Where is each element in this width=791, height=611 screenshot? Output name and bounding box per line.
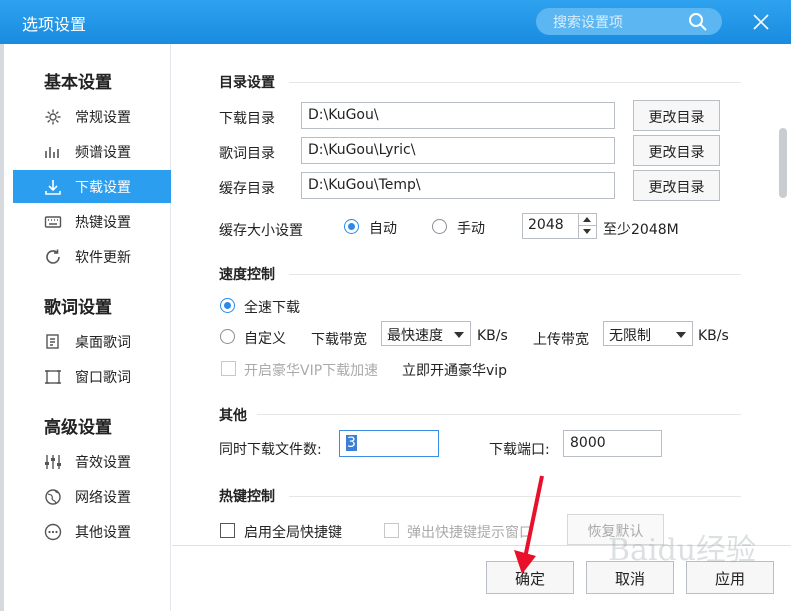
upload-bandwidth-select[interactable]: 无限制 (603, 321, 693, 346)
download-bandwidth-value[interactable]: 最快速度 (387, 328, 443, 344)
cache-size-value[interactable]: 2048 (528, 217, 564, 233)
lyric-dir-field[interactable]: D:\KuGou\Lyric\ (301, 137, 615, 164)
section-title-other: 其他 (219, 408, 247, 424)
more-icon (44, 523, 62, 541)
section-title-directory: 目录设置 (219, 75, 275, 91)
sidebar-item-label: 热键设置 (75, 215, 131, 231)
window-title: 选项设置 (22, 15, 87, 34)
cache-size-label: 缓存大小设置 (219, 223, 303, 239)
sidebar-item-label: 网络设置 (75, 490, 131, 506)
title-bar: 选项设置 搜索设置项 (0, 0, 791, 44)
sidebar-item-sound-effect[interactable]: 音效设置 (13, 445, 171, 478)
download-dir-field[interactable]: D:\KuGou\ (301, 102, 615, 129)
section-title-hotkey: 热键控制 (219, 489, 275, 505)
sidebar-item-label: 软件更新 (75, 250, 131, 266)
sidebar-item-hotkey[interactable]: 热键设置 (13, 205, 171, 238)
spinner-down-icon[interactable] (578, 226, 596, 238)
download-dir-label: 下载目录 (219, 111, 275, 127)
refresh-icon (46, 249, 60, 264)
sidebar-item-label: 音效设置 (75, 455, 131, 471)
cache-dir-field[interactable]: D:\KuGou\Temp\ (301, 172, 615, 199)
search-icon[interactable] (688, 12, 708, 32)
sidebar-item-label: 桌面歌词 (75, 335, 131, 351)
sidebar-item-general[interactable]: 常规设置 (13, 100, 171, 133)
global-hotkey-checkbox[interactable] (220, 523, 235, 538)
vip-accel-label: 开启豪华VIP下载加速 (244, 363, 379, 379)
download-port-field[interactable]: 8000 (563, 430, 662, 457)
concurrent-downloads-field[interactable]: 3 (339, 430, 439, 457)
sidebar-item-update[interactable]: 软件更新 (13, 240, 171, 273)
desktop-lyric-icon (46, 334, 59, 349)
sidebar-item-window-lyric[interactable]: 窗口歌词 (13, 360, 171, 393)
cache-dir-label: 缓存目录 (219, 181, 275, 197)
baidu-watermark: Baidu经验 (608, 533, 757, 568)
equalizer-icon (45, 455, 61, 469)
download-icon (45, 180, 61, 195)
concurrent-downloads-label: 同时下载文件数: (219, 442, 322, 458)
sidebar-item-label: 常规设置 (75, 110, 131, 126)
globe-icon (45, 489, 61, 505)
cache-manual-label[interactable]: 手动 (457, 218, 485, 238)
custom-speed-radio[interactable] (220, 329, 235, 344)
search-placeholder[interactable]: 搜索设置项 (553, 12, 623, 32)
change-cache-dir-button[interactable]: 更改目录 (633, 170, 720, 201)
keyboard-icon (44, 216, 62, 228)
sidebar-item-download[interactable]: 下载设置 (13, 170, 171, 203)
sidebar-item-network[interactable]: 网络设置 (13, 480, 171, 513)
cache-size-hint: 至少2048M (603, 222, 679, 238)
spinner-up-icon[interactable] (578, 214, 596, 226)
download-port-label: 下载端口: (489, 442, 550, 458)
chevron-down-icon[interactable] (454, 332, 464, 338)
cache-size-spinner[interactable]: 2048 (522, 213, 597, 239)
upload-unit: KB/s (698, 328, 729, 344)
cache-auto-label[interactable]: 自动 (369, 218, 397, 238)
section-title-speed: 速度控制 (219, 267, 275, 283)
sidebar-section-lyrics: 歌词设置 (44, 298, 112, 318)
spectrum-icon (45, 147, 59, 158)
sidebar-section-basic: 基本设置 (44, 73, 112, 93)
change-download-dir-button[interactable]: 更改目录 (633, 100, 720, 131)
chevron-down-icon[interactable] (676, 332, 686, 338)
cache-auto-radio[interactable] (344, 219, 359, 234)
custom-speed-label[interactable]: 自定义 (244, 328, 286, 348)
scrollbar-thumb[interactable] (779, 128, 787, 198)
upload-bandwidth-label: 上传带宽 (533, 332, 589, 348)
upload-bandwidth-value[interactable]: 无限制 (609, 328, 651, 344)
vip-upgrade-link[interactable]: 立即开通豪华vip (402, 360, 507, 380)
section-divider (289, 274, 741, 275)
full-speed-radio[interactable] (220, 298, 235, 313)
download-unit: KB/s (477, 328, 508, 344)
sidebar-item-label: 其他设置 (75, 525, 131, 541)
global-hotkey-label[interactable]: 启用全局快捷键 (244, 522, 342, 542)
window-lyric-icon (45, 370, 61, 384)
vip-accel-checkbox[interactable] (221, 361, 236, 376)
sidebar-item-label: 下载设置 (75, 180, 131, 196)
search-box[interactable]: 搜索设置项 (536, 8, 722, 35)
full-speed-label[interactable]: 全速下载 (244, 297, 300, 317)
sidebar-item-label: 窗口歌词 (75, 370, 131, 386)
sidebar-section-advanced: 高级设置 (44, 418, 112, 438)
download-bandwidth-select[interactable]: 最快速度 (381, 321, 471, 346)
concurrent-downloads-value[interactable]: 3 (346, 435, 357, 451)
sidebar-item-label: 频谱设置 (75, 145, 131, 161)
cache-manual-radio[interactable] (432, 219, 447, 234)
section-divider (289, 82, 741, 83)
sidebar: 基本设置 常规设置 频谱设置 下载设置 热键设置 软件更新 歌词设置 桌面歌词 … (4, 44, 171, 611)
download-bandwidth-label: 下载带宽 (311, 332, 367, 348)
lyric-dir-label: 歌词目录 (219, 146, 275, 162)
sidebar-item-spectrum[interactable]: 频谱设置 (13, 135, 171, 168)
sidebar-item-desktop-lyric[interactable]: 桌面歌词 (13, 325, 171, 358)
annotation-arrow-icon (514, 475, 544, 574)
close-icon[interactable] (746, 8, 776, 36)
section-divider (257, 414, 741, 415)
gear-icon (45, 109, 61, 125)
hotkey-popup-checkbox[interactable] (384, 523, 399, 538)
change-lyric-dir-button[interactable]: 更改目录 (633, 135, 720, 166)
sidebar-item-other[interactable]: 其他设置 (13, 515, 171, 548)
